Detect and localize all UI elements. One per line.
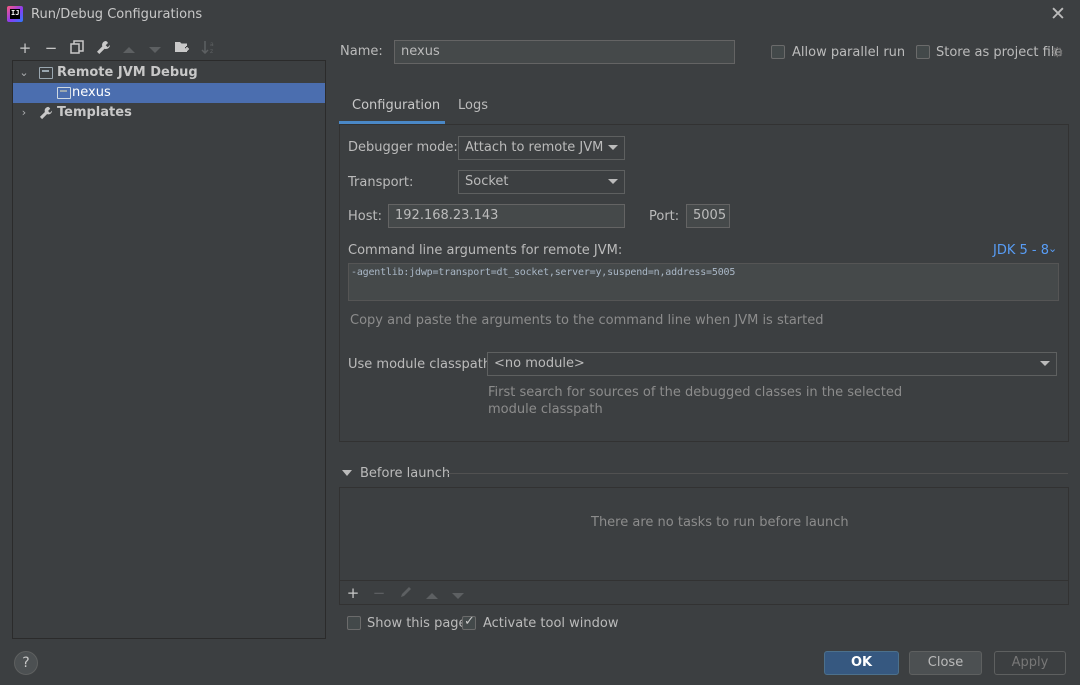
collapse-triangle-icon[interactable] [342,470,352,476]
allow-parallel-checkbox[interactable] [771,45,785,59]
tree-group-remote-jvm-debug[interactable]: ⌄ Remote JVM Debug [13,63,325,83]
sort-icon[interactable]: az [201,40,217,56]
chevron-right-icon[interactable]: › [18,103,30,123]
host-input[interactable]: 192.168.23.143 [388,204,625,228]
store-project-checkbox[interactable] [916,45,930,59]
port-input[interactable]: 5005 [686,204,730,228]
command-line-args-field[interactable]: -agentlib:jdwp=transport=dt_socket,serve… [348,263,1059,301]
minus-icon[interactable]: − [43,40,59,56]
tree-item-label: nexus [72,85,111,100]
window-title: Run/Debug Configurations [31,7,203,22]
svg-text:a: a [210,41,214,48]
close-button[interactable]: Close [909,651,982,675]
jdk-version-link[interactable]: JDK 5 - 8 [993,243,1049,258]
module-hint-line-1: First search for sources of the debugged… [488,385,903,400]
apply-button[interactable]: Apply [994,651,1066,675]
wrench-icon [39,106,53,127]
new-folder-icon[interactable] [174,40,190,56]
module-classpath-value: <no module> [494,356,585,371]
configuration-tree[interactable]: ⌄ Remote JVM Debug nexus › Templates [12,60,326,639]
store-project-label: Store as project file [936,45,1063,60]
svg-text:z: z [210,48,213,54]
tab-configuration[interactable]: Configuration [352,98,440,113]
tab-logs[interactable]: Logs [458,98,488,113]
plus-icon[interactable]: + [345,585,361,601]
minus-icon[interactable]: − [371,585,387,601]
command-line-label: Command line arguments for remote JVM: [348,243,623,258]
chevron-down-icon [1040,361,1050,366]
gear-icon[interactable]: ⚙ [1051,45,1064,61]
chevron-down-icon[interactable]: ⌄ [1048,242,1057,255]
toolbar-divider [340,580,1068,581]
port-label: Port: [649,209,680,224]
module-classpath-label: Use module classpath: [348,357,496,372]
allow-parallel-label: Allow parallel run [792,45,906,60]
tree-item-nexus[interactable]: nexus [13,83,325,103]
show-page-label: Show this page [367,616,467,631]
wrench-icon[interactable] [95,40,111,56]
move-down-icon[interactable] [147,42,163,58]
command-line-hint: Copy and paste the arguments to the comm… [350,313,824,328]
app-icon-text: IJ [11,9,20,17]
chevron-down-icon[interactable]: ⌄ [18,63,30,83]
copy-icon[interactable] [69,40,85,56]
host-label: Host: [348,209,382,224]
move-up-icon[interactable] [121,42,137,58]
module-hint-line-2: module classpath [488,402,603,417]
move-up-icon[interactable] [424,588,440,604]
remote-debug-icon [39,67,53,79]
plus-icon[interactable]: + [17,40,33,56]
close-icon[interactable]: ✕ [1049,4,1067,24]
transport-select[interactable]: Socket [458,170,625,194]
show-page-checkbox[interactable] [347,616,361,630]
transport-value: Socket [465,174,509,189]
name-input[interactable]: nexus [394,40,735,64]
chevron-down-icon [608,145,618,150]
templates-label: Templates [57,105,132,120]
tree-group-label: Remote JVM Debug [57,65,198,80]
activate-tool-window-checkbox[interactable] [462,614,476,630]
before-launch-empty-text: There are no tasks to run before launch [591,515,849,530]
before-launch-title[interactable]: Before launch [360,466,450,481]
module-classpath-select[interactable]: <no module> [487,352,1057,376]
debugger-mode-label: Debugger mode: [348,140,458,155]
chevron-down-icon [608,179,618,184]
debugger-mode-value: Attach to remote JVM [465,140,604,155]
ok-button[interactable]: OK [824,651,899,675]
intellij-app-icon: IJ [7,6,23,22]
remote-debug-icon [57,87,71,99]
transport-label: Transport: [348,175,414,190]
move-down-icon[interactable] [450,588,466,604]
before-launch-task-list[interactable] [339,487,1069,605]
tree-group-templates[interactable]: › Templates [13,103,325,123]
section-divider [446,473,1068,474]
activate-tool-window-label: Activate tool window [483,616,619,631]
debugger-mode-select[interactable]: Attach to remote JVM [458,136,625,160]
name-label: Name: [340,44,383,59]
help-button[interactable]: ? [14,651,38,675]
pencil-icon[interactable] [398,585,414,601]
